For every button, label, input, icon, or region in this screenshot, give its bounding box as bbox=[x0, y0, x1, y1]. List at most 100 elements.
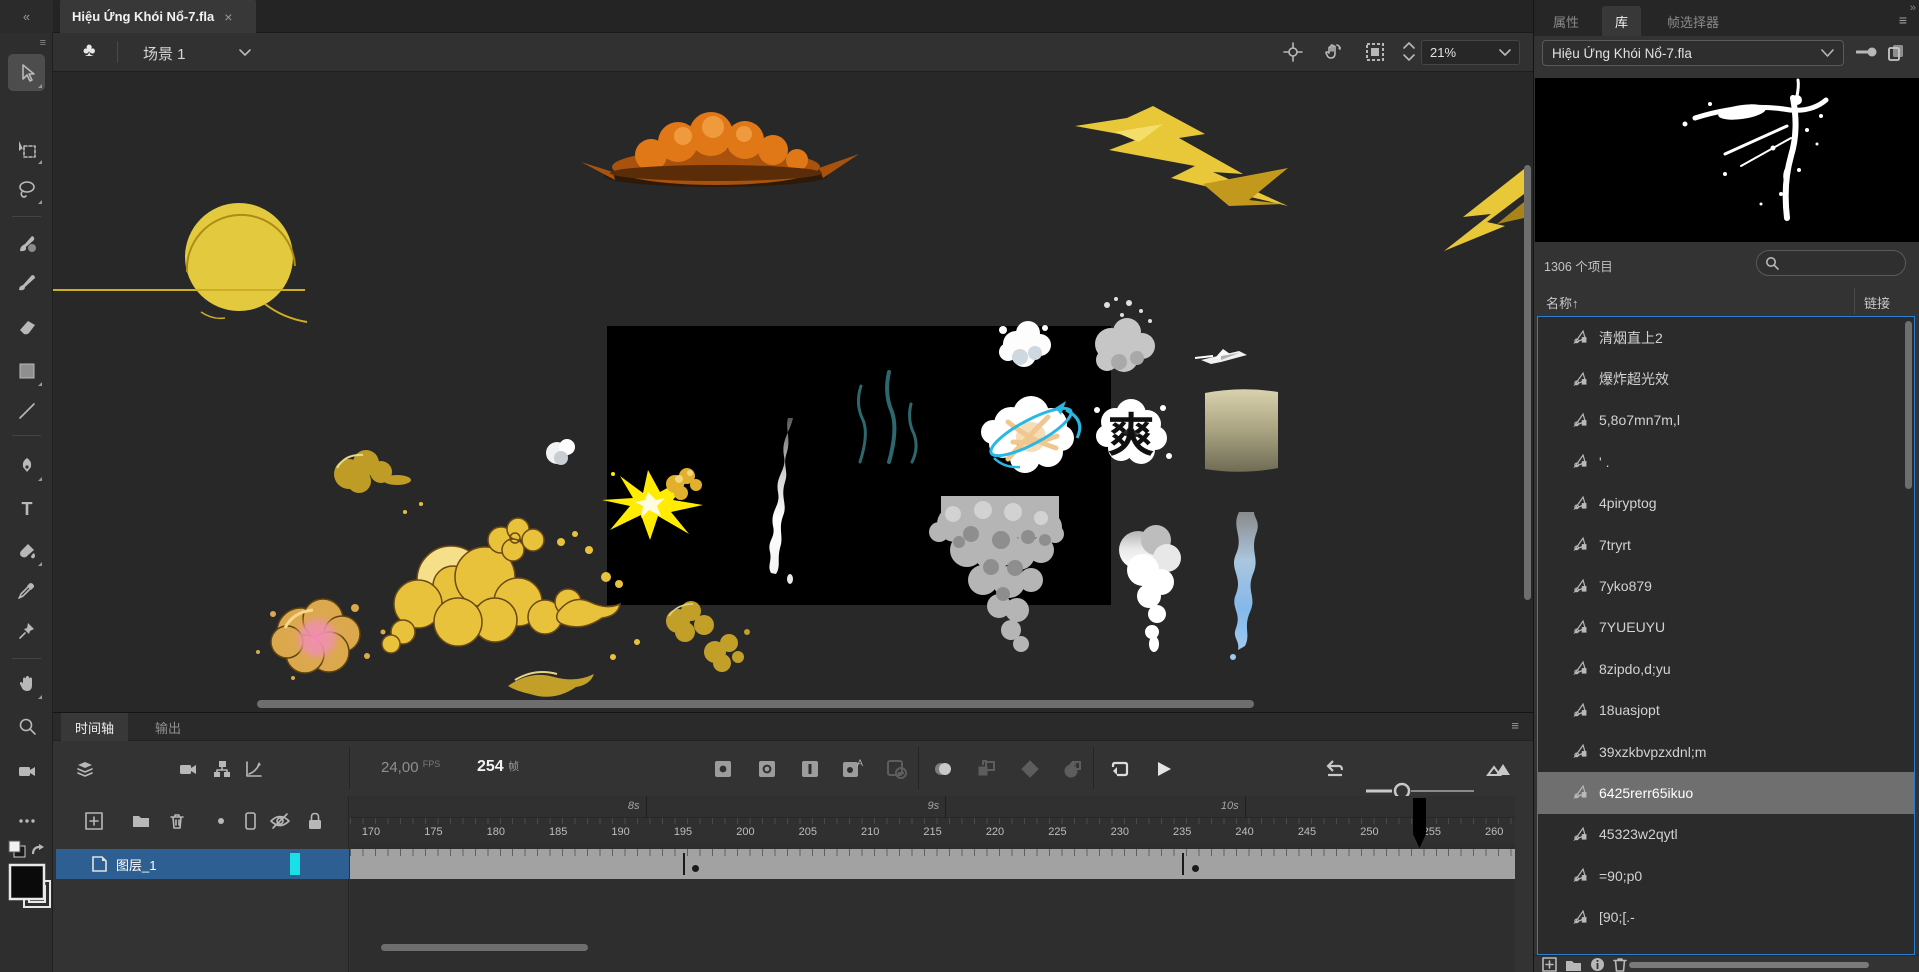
layer-color-swatch[interactable] bbox=[290, 853, 300, 875]
tab-output[interactable]: 输出 bbox=[141, 713, 195, 741]
gray-puff-cluster-sprite[interactable] bbox=[1095, 297, 1155, 372]
column-link[interactable]: 链接 bbox=[1864, 293, 1890, 312]
library-item[interactable]: 8zipdo,d;yu bbox=[1538, 648, 1914, 689]
playhead-handle[interactable] bbox=[1413, 798, 1426, 848]
library-search[interactable] bbox=[1756, 250, 1906, 276]
remove-frames-button[interactable] bbox=[883, 755, 911, 783]
document-tab[interactable]: Hiệu Ứng Khói Nổ-7.fla × bbox=[60, 0, 256, 33]
zoom-tool[interactable] bbox=[8, 708, 45, 745]
show-hide-layers-toggle[interactable] bbox=[267, 808, 293, 834]
close-icon[interactable]: × bbox=[224, 9, 232, 25]
zoom-level-select[interactable]: 21% bbox=[1421, 40, 1520, 65]
tab-frame-picker[interactable]: 帧选择器 bbox=[1654, 6, 1732, 36]
line-tool[interactable] bbox=[8, 392, 45, 429]
library-item[interactable]: 爆炸超光效 bbox=[1538, 358, 1914, 399]
rotate-canvas-hand-icon[interactable] bbox=[1321, 41, 1343, 63]
eyedropper-tool[interactable] bbox=[8, 572, 45, 609]
library-item[interactable]: 18uasjopt bbox=[1538, 690, 1914, 731]
rectangle-tool[interactable] bbox=[8, 352, 45, 389]
yellow-wisp-sprite[interactable] bbox=[508, 672, 594, 697]
insert-frame-button[interactable] bbox=[796, 755, 824, 783]
gradient-smoke-sheet-sprite[interactable] bbox=[1205, 389, 1278, 472]
library-item[interactable]: 清烟直上2 bbox=[1538, 317, 1914, 358]
highlight-layers-toggle[interactable] bbox=[208, 808, 234, 834]
library-item[interactable]: 45323w2qytl bbox=[1538, 814, 1914, 855]
airplane-sprite[interactable] bbox=[1195, 349, 1247, 364]
library-item[interactable]: 7tryrt bbox=[1538, 524, 1914, 565]
library-document-select[interactable]: Hiệu Ứng Khói Nổ-7.fla bbox=[1542, 40, 1844, 66]
new-folder-button[interactable] bbox=[1565, 957, 1582, 972]
frame-span[interactable] bbox=[350, 849, 1515, 879]
library-item[interactable]: 4piryptog bbox=[1538, 483, 1914, 524]
olive-puff-sprite[interactable] bbox=[334, 450, 411, 493]
tween-end-marker[interactable] bbox=[683, 853, 685, 875]
auto-keyframe-button[interactable]: A bbox=[839, 755, 867, 783]
library-item[interactable]: [90;[.- bbox=[1538, 896, 1914, 937]
new-layer-button[interactable] bbox=[81, 808, 107, 834]
outline-layers-toggle[interactable] bbox=[237, 808, 263, 834]
selection-tool[interactable] bbox=[8, 54, 45, 91]
stroke-fill-swatches[interactable] bbox=[8, 863, 52, 924]
symbol-clubs-icon[interactable]: ♣ bbox=[83, 40, 95, 62]
canvas-vertical-scrollbar[interactable] bbox=[1524, 165, 1531, 600]
delete-item-button[interactable] bbox=[1613, 957, 1627, 972]
add-camera-button[interactable] bbox=[174, 755, 202, 783]
pin-library-icon[interactable] bbox=[1856, 44, 1878, 60]
library-item-preview[interactable] bbox=[1535, 78, 1919, 242]
timeline-menu-icon[interactable]: ≡ bbox=[1511, 718, 1519, 733]
fluid-brush-tool[interactable] bbox=[8, 225, 45, 262]
classic-brush-tool[interactable] bbox=[8, 263, 45, 300]
canvas-horizontal-scrollbar[interactable] bbox=[257, 700, 1254, 708]
library-item[interactable]: ' . bbox=[1538, 441, 1914, 482]
tab-properties[interactable]: 属性 bbox=[1540, 6, 1592, 36]
timeline-horizontal-scrollbar[interactable] bbox=[381, 944, 588, 951]
new-folder-button[interactable] bbox=[128, 808, 154, 834]
library-item[interactable]: 7yko879 bbox=[1538, 565, 1914, 606]
keyframe-dot[interactable] bbox=[692, 865, 699, 872]
more-tools-button[interactable] bbox=[8, 802, 45, 839]
lasso-tool[interactable] bbox=[8, 170, 45, 207]
column-divider[interactable] bbox=[1854, 288, 1855, 314]
small-white-puff-sprite[interactable] bbox=[546, 439, 575, 465]
lock-layers-toggle[interactable] bbox=[302, 808, 328, 834]
layer-depth-button[interactable] bbox=[71, 755, 99, 783]
center-stage-icon[interactable] bbox=[1283, 42, 1303, 62]
sketch-circle-sprite[interactable] bbox=[53, 203, 307, 322]
pink-core-puff-sprite[interactable] bbox=[256, 599, 386, 680]
toolbar-grip-icon[interactable]: ≡ bbox=[40, 37, 46, 49]
item-properties-button[interactable] bbox=[1590, 957, 1605, 972]
eraser-tool[interactable] bbox=[8, 308, 45, 345]
anchor-onion-button[interactable] bbox=[1059, 755, 1087, 783]
panel-menu-icon[interactable]: ≡ bbox=[1899, 12, 1907, 28]
blue-wisp-sprite[interactable] bbox=[1230, 512, 1258, 660]
tab-timeline[interactable]: 时间轴 bbox=[61, 713, 128, 741]
frame-graph-button[interactable] bbox=[240, 755, 268, 783]
frame-ruler[interactable]: 1701751801851901952002052102152202252302… bbox=[350, 818, 1515, 844]
insert-keyframe-button[interactable] bbox=[709, 755, 737, 783]
undo-button[interactable] bbox=[1321, 755, 1349, 783]
tab-library[interactable]: 库 bbox=[1602, 6, 1641, 36]
scene-chevron-down-icon[interactable] bbox=[238, 48, 252, 58]
pin-tool[interactable] bbox=[8, 612, 45, 649]
layer-row[interactable]: 图层_1 bbox=[56, 849, 349, 879]
paint-bucket-tool[interactable] bbox=[8, 532, 45, 569]
frame-area[interactable]: 8s9s10s 17017518018519019520020521021522… bbox=[350, 796, 1515, 972]
scene-name[interactable]: 场景 1 bbox=[143, 43, 186, 64]
library-footer-scrollbar[interactable] bbox=[1629, 962, 1869, 968]
lightning-edge-sprite[interactable] bbox=[1444, 169, 1524, 251]
loop-playback-button[interactable] bbox=[1106, 755, 1134, 783]
fps-control[interactable]: 24,00 FPS bbox=[381, 759, 440, 776]
clip-content-icon[interactable] bbox=[1365, 42, 1385, 62]
white-smoke-puff-sprite[interactable] bbox=[1119, 525, 1181, 652]
onion-skin-button[interactable] bbox=[929, 755, 957, 783]
panel-overflow-icon[interactable]: » bbox=[1910, 2, 1916, 14]
column-name[interactable]: 名称↑ bbox=[1546, 293, 1579, 312]
olive-cluster-sprite[interactable] bbox=[666, 601, 750, 672]
library-item[interactable]: =90;p0 bbox=[1538, 855, 1914, 896]
lightning-burst-sprite[interactable] bbox=[1075, 106, 1288, 206]
keyframe-dot[interactable] bbox=[1192, 865, 1199, 872]
show-parenting-button[interactable] bbox=[208, 755, 236, 783]
library-list-scrollbar[interactable] bbox=[1905, 321, 1912, 489]
yellow-smoke-cloud-sprite[interactable] bbox=[382, 502, 640, 660]
hand-tool[interactable] bbox=[8, 665, 45, 702]
